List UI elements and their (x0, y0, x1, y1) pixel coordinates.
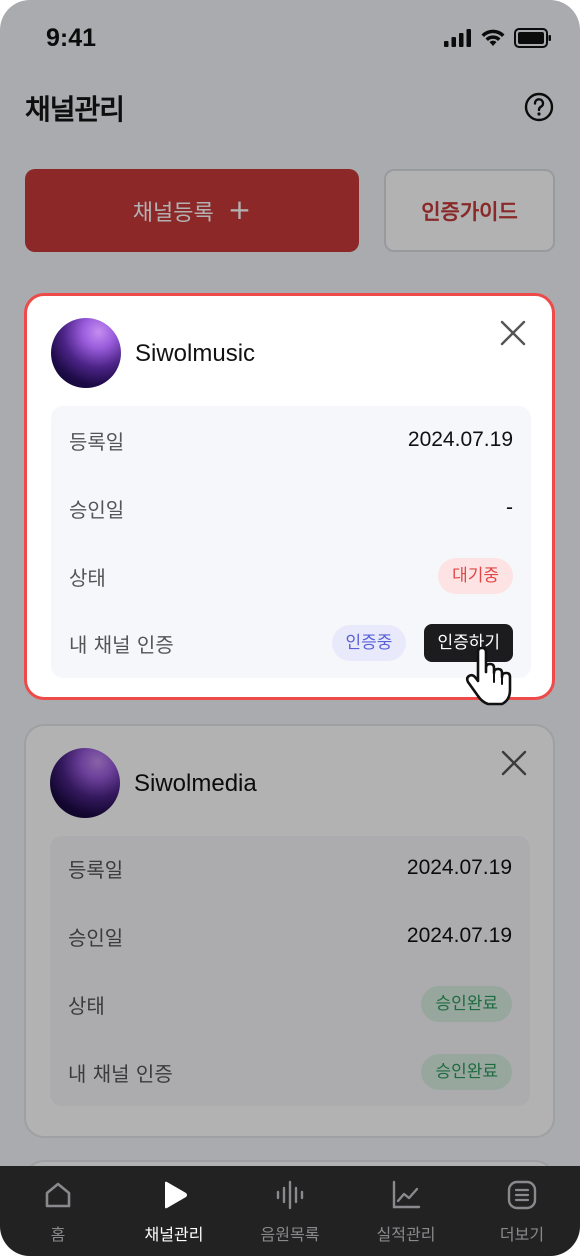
verification-status-badge: 승인완료 (421, 1054, 512, 1090)
info-label: 내 채널 인증 (69, 632, 174, 657)
info-label: 상태 (69, 565, 106, 590)
info-row-registered: 등록일 2024.07.19 (51, 420, 531, 460)
verification-guide-button[interactable]: 인증가이드 (384, 169, 555, 252)
home-icon (45, 1182, 71, 1208)
channel-card-header: Siwolmusic (27, 296, 552, 406)
info-row-approved: 승인일 - (51, 488, 531, 528)
info-row-verification: 내 채널 인증 인증중 인증하기 (51, 623, 531, 663)
tab-label: 음원목록 (260, 1225, 320, 1244)
channel-info-box: 등록일 2024.07.19 승인일 - 상태 대기중 내 채널 인증 인증중 … (51, 406, 531, 678)
app-screen: 9:41 채널관리 채널등록 + 인증가이드 Siwolmusic 등록일 20… (0, 0, 580, 1256)
channel-info-box: 등록일 2024.07.19 승인일 2024.07.19 상태 승인완료 내 … (50, 836, 530, 1106)
channel-avatar (50, 748, 120, 818)
close-icon[interactable] (500, 320, 526, 346)
approved-date: 2024.07.19 (406, 924, 512, 947)
wifi-icon (481, 29, 505, 46)
register-channel-button[interactable]: 채널등록 + (25, 169, 359, 252)
info-row-registered: 등록일 2024.07.19 (50, 848, 530, 888)
page-title: 채널관리 (25, 93, 125, 126)
register-channel-label: 채널등록 (132, 200, 214, 226)
channel-name: Siwolmedia (134, 770, 257, 797)
info-row-approved: 승인일 2024.07.19 (50, 916, 530, 956)
info-row-verification: 내 채널 인증 승인완료 (50, 1052, 530, 1092)
bottom-tab-bar: 홈 채널관리 음원목록 실적관리 더보기 (0, 1166, 580, 1256)
info-row-status: 상태 승인완료 (50, 984, 530, 1024)
registered-date: 2024.07.19 (407, 428, 513, 451)
verification-status-badge: 인증중 (331, 625, 407, 661)
info-row-status: 상태 대기중 (51, 556, 531, 596)
tab-performance[interactable]: 실적관리 (348, 1166, 464, 1256)
chart-icon (392, 1180, 421, 1209)
tab-label: 실적관리 (376, 1225, 436, 1244)
tab-label: 홈 (50, 1225, 66, 1244)
tab-label: 채널관리 (144, 1225, 204, 1244)
audio-wave-icon (276, 1180, 304, 1210)
signal-icon (444, 29, 471, 47)
tab-channel-management[interactable]: 채널관리 (116, 1166, 232, 1256)
play-icon (165, 1181, 187, 1209)
info-label: 등록일 (68, 857, 124, 882)
channel-avatar (51, 318, 121, 388)
info-label: 상태 (68, 993, 105, 1018)
close-icon[interactable] (501, 750, 527, 776)
hand-pointer-icon (465, 646, 512, 706)
info-label: 등록일 (69, 429, 125, 454)
info-label: 승인일 (68, 925, 124, 950)
status-badge: 승인완료 (421, 986, 512, 1022)
channel-name: Siwolmusic (135, 340, 256, 367)
help-icon[interactable] (524, 92, 554, 122)
status-bar: 9:41 (0, 0, 580, 78)
channel-card: Siwolmusic 등록일 2024.07.19 승인일 - 상태 대기중 내… (24, 293, 555, 700)
battery-icon (514, 28, 551, 48)
registered-date: 2024.07.19 (406, 856, 512, 879)
info-label: 승인일 (69, 497, 125, 522)
info-label: 내 채널 인증 (68, 1061, 173, 1086)
status-time: 9:41 (46, 24, 97, 52)
plus-icon: + (227, 192, 252, 226)
channel-card-header: Siwolmedia (26, 726, 553, 836)
tab-more[interactable]: 더보기 (464, 1166, 580, 1256)
tab-music-list[interactable]: 음원목록 (232, 1166, 348, 1256)
status-badge: 대기중 (438, 558, 513, 594)
menu-icon (507, 1180, 537, 1210)
channel-card: Siwolmedia 등록일 2024.07.19 승인일 2024.07.19… (24, 724, 555, 1138)
tab-label: 더보기 (499, 1225, 545, 1244)
tab-home[interactable]: 홈 (0, 1166, 116, 1256)
approved-date: - (506, 496, 513, 519)
status-icons (444, 28, 552, 48)
